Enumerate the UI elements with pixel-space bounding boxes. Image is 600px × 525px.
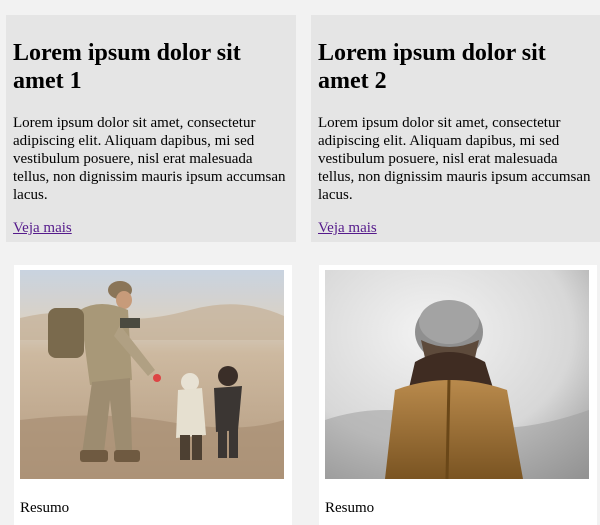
text-card-1: Lorem ipsum dolor sit amet 1 Lorem ipsum… [6,15,296,242]
card-text: Lorem ipsum dolor sit amet, consectetur … [318,115,591,203]
image-card-caption: Resumo [20,500,70,516]
card-title: Lorem ipsum dolor sit amet 2 [318,40,546,94]
veja-mais-link[interactable]: Veja mais [13,220,72,237]
beanie-person-photo [325,270,589,479]
text-card-2: Lorem ipsum dolor sit amet 2 Lorem ipsum… [311,15,600,242]
card-title: Lorem ipsum dolor sit amet 1 [13,40,241,94]
soldier-children-photo [20,270,284,479]
image-card-1: Resumo [14,265,292,525]
image-card-2: Resumo [319,265,597,525]
veja-mais-link[interactable]: Veja mais [318,220,377,237]
card-text: Lorem ipsum dolor sit amet, consectetur … [13,115,286,203]
image-card-caption: Resumo [325,500,375,516]
